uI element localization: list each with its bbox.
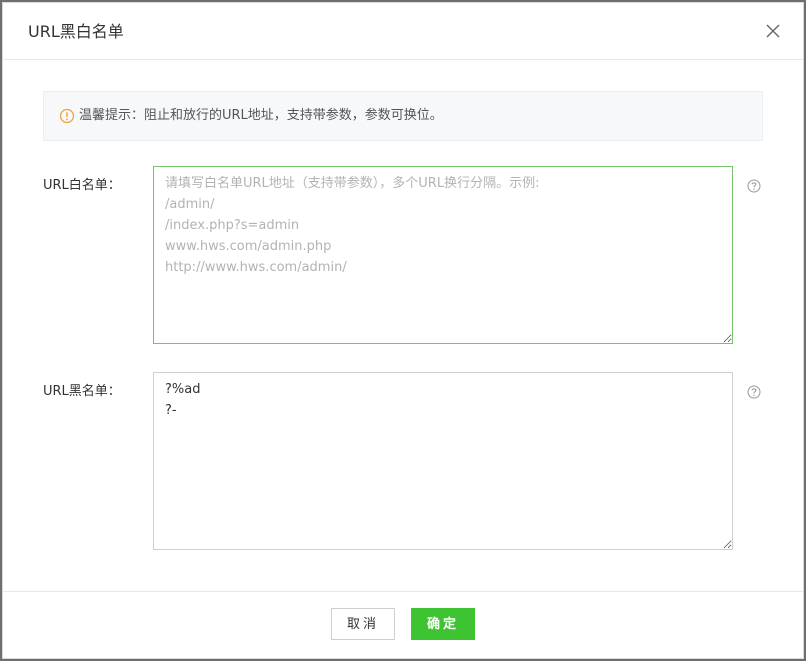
- blacklist-textarea[interactable]: [153, 372, 733, 550]
- close-button[interactable]: [761, 19, 785, 43]
- url-list-dialog: URL黑白名单 温馨提示：阻止和放行的URL地址，支持带参数，参数可换位。 UR…: [2, 2, 804, 659]
- dialog-header: URL黑白名单: [3, 3, 803, 60]
- whitelist-label: URL白名单：: [43, 178, 121, 193]
- blacklist-help-button[interactable]: [747, 385, 761, 399]
- dialog-title: URL黑白名单: [28, 22, 124, 41]
- close-icon: [766, 24, 780, 38]
- question-circle-icon: [747, 385, 761, 399]
- tip-text: 温馨提示：阻止和放行的URL地址，支持带参数，参数可换位。: [79, 108, 443, 123]
- cancel-button[interactable]: 取消: [331, 608, 395, 640]
- question-circle-icon: [747, 179, 761, 193]
- whitelist-textarea[interactable]: [153, 166, 733, 344]
- dialog-footer: 取消 确定: [3, 591, 803, 658]
- whitelist-help-button[interactable]: [747, 179, 761, 193]
- blacklist-label: URL黑名单：: [43, 384, 121, 399]
- warning-circle-icon: [59, 108, 75, 124]
- confirm-button[interactable]: 确定: [411, 608, 475, 640]
- tip-banner: 温馨提示：阻止和放行的URL地址，支持带参数，参数可换位。: [43, 91, 763, 141]
